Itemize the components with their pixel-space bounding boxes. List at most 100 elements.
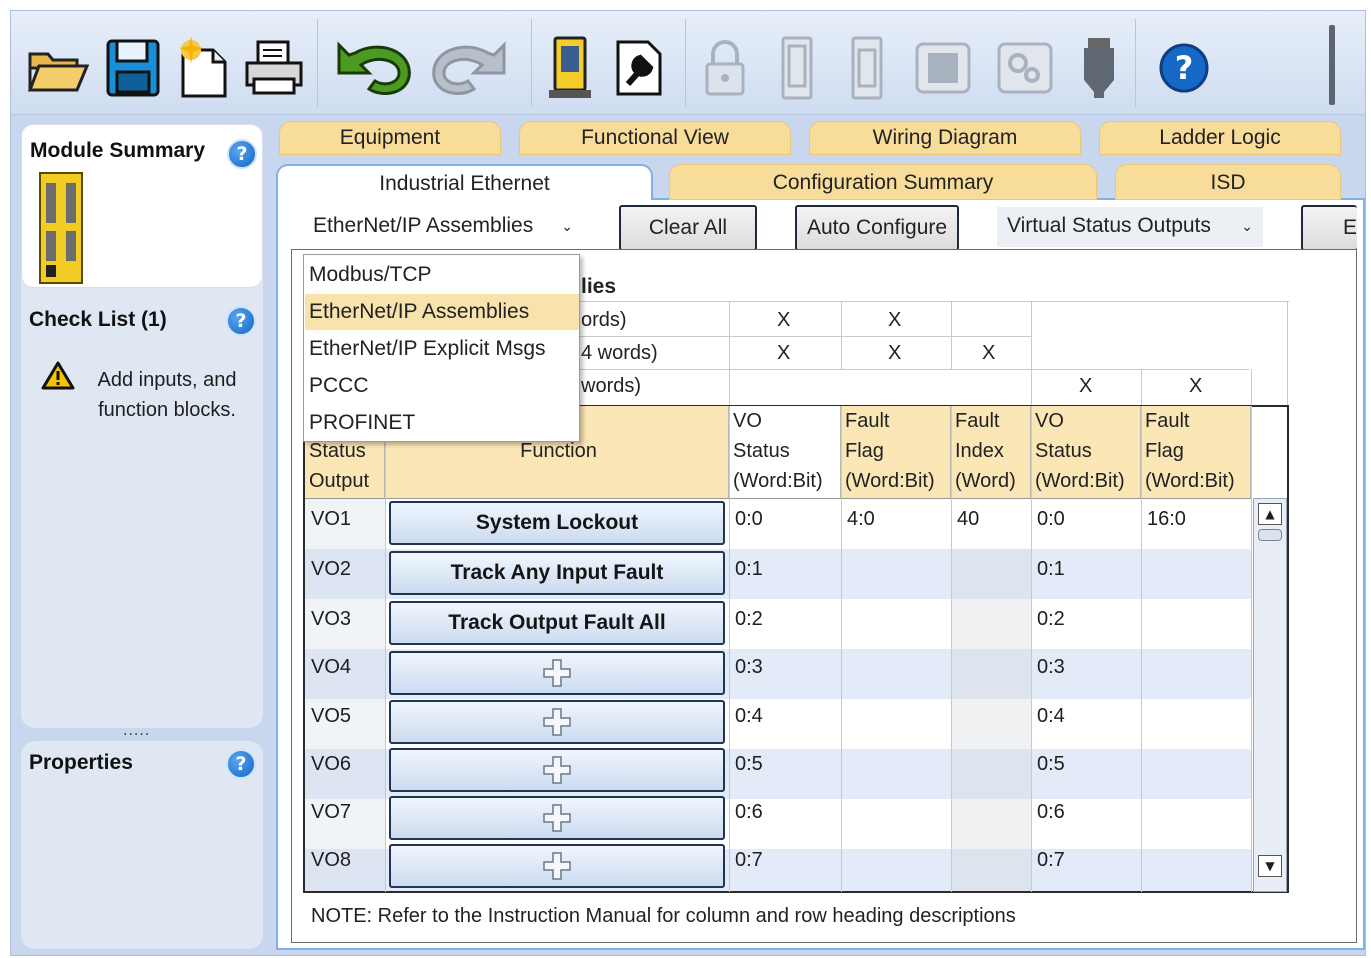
chevron-down-icon: ⌄ [1241,218,1253,234]
vo-status-2-cell: 0:0 [1037,508,1065,530]
lock-icon [699,33,751,103]
module-image [38,171,84,289]
chevron-down-icon: ⌄ [561,218,573,234]
open-folder-icon[interactable] [25,33,91,103]
tab-isd[interactable]: ISD [1115,164,1341,200]
footnote: NOTE: Refer to the Instruction Manual fo… [311,905,1016,927]
tab-industrial-ethernet[interactable]: Industrial Ethernet [276,164,653,200]
check-list-help-icon[interactable]: ? [226,306,256,336]
properties-panel: Properties ? [21,741,263,949]
protocol-select-value: EtherNet/IP Assemblies [313,214,534,237]
add-function-button[interactable] [389,796,725,840]
vo-status-cell: 0:1 [735,558,763,580]
save-icon[interactable] [101,33,165,103]
protocol-select[interactable]: EtherNet/IP Assemblies ⌄ [303,207,583,247]
scroll-thumb[interactable] [1258,529,1282,541]
tab-functional-view[interactable]: Functional View [519,121,791,155]
warning-icon [41,360,75,394]
dropdown-option-modbus-tcp[interactable]: Modbus/TCP [305,257,579,293]
add-function-button[interactable] [389,651,725,695]
undo-icon[interactable] [327,33,417,103]
controller-icon[interactable] [543,33,597,103]
add-function-button[interactable] [389,700,725,744]
header-line: Status [1035,440,1092,462]
fault-index-cell: 40 [957,508,980,530]
header-fault-flag-2: Fault Flag (Word:Bit) [1141,406,1251,498]
vo-status-2-cell: 0:7 [1037,849,1065,871]
tab-wiring-diagram[interactable]: Wiring Diagram [809,121,1081,155]
new-file-icon[interactable] [171,33,235,103]
view-select[interactable]: Virtual Status Outputs ⌄ [997,207,1263,247]
header-line: Fault [845,410,890,432]
function-button-track-any-input-fault[interactable]: Track Any Input Fault [389,551,725,595]
header-line: (Word:Bit) [1145,470,1235,492]
header-line: Index [955,440,1004,462]
module-summary-help-icon[interactable]: ? [227,139,257,169]
add-icon [543,708,571,736]
assembly-row-2-mark: X [777,342,791,364]
function-button-system-lockout[interactable]: System Lockout [389,501,725,545]
assembly-row-3-label: words) [581,375,642,397]
header-line: Fault [955,410,1000,432]
header-line: (Word:Bit) [1035,470,1125,492]
tab-configuration-summary[interactable]: Configuration Summary [669,164,1097,200]
properties-help-icon[interactable]: ? [226,749,256,779]
add-function-button[interactable] [389,748,725,792]
panel-splitter[interactable]: ..... [123,723,150,739]
header-line: Status [733,440,790,462]
vo-status-2-cell: 0:2 [1037,608,1065,630]
assembly-row-2-label: 4 words) [581,342,658,364]
header-line: (Word:Bit) [733,470,823,492]
header-status-output-line: Output [309,470,370,492]
toolbar-grip[interactable] [1329,25,1335,105]
gears-icon [993,33,1057,103]
extra-button[interactable]: E [1301,205,1357,251]
vo-label: VO4 [311,656,352,678]
clear-all-button[interactable]: Clear All [619,205,757,251]
vo-label: VO5 [311,705,352,727]
svg-text:?: ? [1175,49,1194,87]
header-line: Flag [1145,440,1184,462]
assembly-row-3-mark: X [1189,375,1203,397]
scroll-up-arrow-icon[interactable]: ▲ [1258,503,1282,525]
dropdown-option-pccc[interactable]: PCCC [305,368,579,404]
protocol-dropdown-list: Modbus/TCP EtherNet/IP Assemblies EtherN… [303,254,580,442]
print-icon[interactable] [241,33,307,103]
tab-equipment[interactable]: Equipment [279,121,501,155]
add-icon [543,659,571,687]
scroll-down-arrow-icon[interactable]: ▼ [1258,855,1282,877]
configure-icon[interactable] [609,33,669,103]
header-line: (Word) [955,470,1016,492]
header-fault-index: Fault Index (Word) [951,406,1031,498]
table-scrollbar[interactable]: ▲ ▼ [1253,498,1287,892]
function-button-track-output-fault-all[interactable]: Track Output Fault All [389,601,725,645]
header-line: Fault [1145,410,1190,432]
module-summary-card: Module Summary ? [21,124,263,288]
add-function-button[interactable] [389,844,725,888]
vo-label: VO7 [311,801,352,823]
dropdown-option-profinet[interactable]: PROFINET [305,405,579,441]
help-icon[interactable]: ? [1155,33,1213,103]
check-list-warning: Add inputs, and function blocks. [77,365,257,425]
auto-configure-button[interactable]: Auto Configure [795,205,959,251]
vo-status-2-cell: 0:6 [1037,801,1065,823]
vo-label: VO3 [311,608,352,630]
vo-status-cell: 0:0 [735,508,763,530]
vo-status-cell: 0:2 [735,608,763,630]
vo-label: VO8 [311,849,352,871]
dropdown-option-ethernet-ip-assemblies[interactable]: EtherNet/IP Assemblies [305,294,579,330]
module-icon-2 [843,33,891,103]
add-icon [543,804,571,832]
dropdown-option-ethernet-ip-explicit-msgs[interactable]: EtherNet/IP Explicit Msgs [305,331,579,367]
vo-label: VO2 [311,558,352,580]
check-list-warning-line-1: Add inputs, and [97,369,237,391]
app-window: ? Module Summary ? Check List (1) ? Add … [10,10,1366,956]
vo-status-cell: 0:7 [735,849,763,871]
vo-status-2-cell: 0:1 [1037,558,1065,580]
check-list-title: Check List (1) [29,308,167,331]
fault-flag-2-cell: 16:0 [1147,508,1186,530]
header-vo-status-2: VO Status (Word:Bit) [1031,406,1141,498]
tab-ladder-logic[interactable]: Ladder Logic [1099,121,1341,155]
vo-status-cell: 0:3 [735,656,763,678]
module-summary-title: Module Summary [30,139,206,162]
